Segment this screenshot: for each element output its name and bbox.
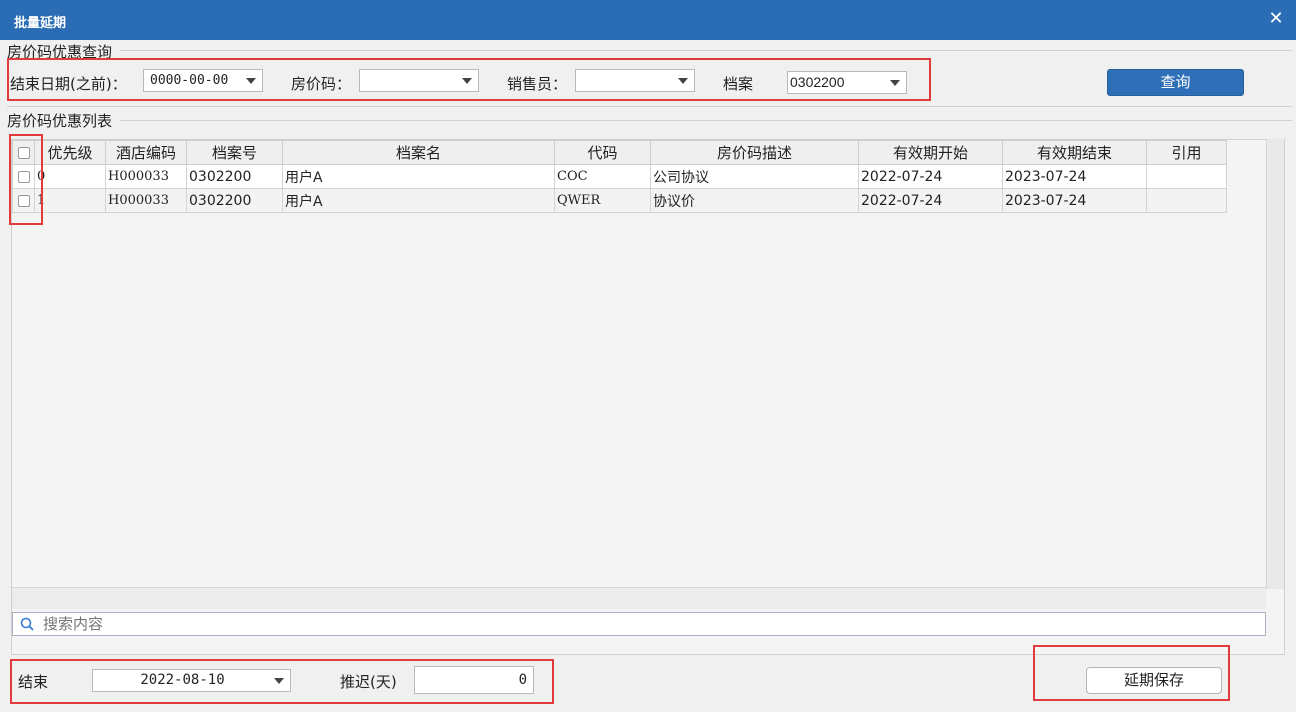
archive-name-cell: 用户A — [282, 188, 555, 213]
priority-cell: 0 — [34, 164, 106, 189]
archive-no-cell: 0302200 — [186, 164, 283, 189]
column-header[interactable]: 有效期开始 — [858, 140, 1003, 165]
row-select-cell[interactable] — [12, 164, 35, 189]
search-input[interactable] — [41, 614, 1241, 634]
end-date-select[interactable]: 0000-00-00 — [143, 69, 263, 92]
column-header[interactable]: 引用 — [1146, 140, 1227, 165]
valid-end-cell: 2023-07-24 — [1002, 188, 1147, 213]
column-header[interactable]: 档案名 — [282, 140, 555, 165]
priority-cell: 1 — [34, 188, 106, 213]
end-date-picker-value: 2022-08-10 — [140, 672, 225, 688]
dropdown-arrow-icon[interactable] — [462, 78, 472, 84]
end-label: 结束 — [18, 673, 49, 691]
reference-cell — [1146, 164, 1227, 189]
table-row[interactable]: 1 H000033 0302200 用户A QWER 协议价 2022-07-2… — [12, 188, 1227, 213]
code-cell: COC — [554, 164, 651, 189]
rate-code-select[interactable] — [359, 69, 479, 92]
close-icon[interactable]: ✕ — [1266, 8, 1286, 30]
archive-select[interactable]: 0302200 — [787, 71, 907, 94]
grid-panel — [11, 139, 1285, 655]
row-select-cell[interactable] — [12, 188, 35, 213]
select-all-checkbox[interactable] — [17, 147, 30, 159]
dropdown-arrow-icon[interactable] — [274, 678, 284, 684]
table-row[interactable]: 0 H000033 0302200 用户A COC 公司协议 2022-07-2… — [12, 164, 1227, 189]
window-title: 批量延期 — [14, 16, 67, 31]
rate-desc-cell: 公司协议 — [650, 164, 859, 189]
vertical-scrollbar[interactable] — [1266, 139, 1284, 589]
dropdown-arrow-icon[interactable] — [246, 78, 256, 84]
archive-name-cell: 用户A — [282, 164, 555, 189]
delay-days-input[interactable]: 0 — [414, 666, 534, 694]
valid-start-cell: 2022-07-24 — [858, 164, 1003, 189]
archive-no-cell: 0302200 — [186, 188, 283, 213]
table-header-row: 优先级 酒店编码 档案号 档案名 代码 房价码描述 有效期开始 有效期结束 引用 — [12, 140, 1227, 165]
query-section-legend: 房价码优惠查询 — [7, 43, 113, 61]
column-header[interactable]: 优先级 — [34, 140, 106, 165]
reference-cell — [1146, 188, 1227, 213]
horizontal-scrollbar[interactable] — [12, 587, 1266, 609]
column-header[interactable]: 档案号 — [186, 140, 283, 165]
list-section-divider — [120, 120, 1292, 121]
title-bar: 批量延期 ✕ — [0, 0, 1296, 40]
query-section-bottom — [7, 106, 1292, 107]
end-date-value: 0000-00-00 — [150, 73, 229, 88]
row-checkbox[interactable] — [17, 194, 30, 207]
search-icon — [20, 617, 34, 631]
archive-value: 0302200 — [790, 74, 845, 90]
salesperson-select[interactable] — [575, 69, 695, 92]
rate-code-table: 优先级 酒店编码 档案号 档案名 代码 房价码描述 有效期开始 有效期结束 引用… — [12, 140, 1227, 213]
hotel-code-cell: H000033 — [105, 164, 187, 189]
rate-code-label: 房价码： — [291, 75, 352, 93]
delay-days-label: 推迟(天) — [340, 673, 397, 691]
rate-desc-cell: 协议价 — [650, 188, 859, 213]
end-date-label: 结束日期(之前)： — [10, 75, 127, 93]
end-date-picker[interactable]: 2022-08-10 — [92, 669, 291, 692]
valid-start-cell: 2022-07-24 — [858, 188, 1003, 213]
column-header[interactable]: 酒店编码 — [105, 140, 187, 165]
hotel-code-cell: H000033 — [105, 188, 187, 213]
search-bar[interactable] — [12, 612, 1266, 636]
dropdown-arrow-icon[interactable] — [890, 80, 900, 86]
salesperson-label: 销售员： — [507, 75, 568, 93]
column-header[interactable]: 房价码描述 — [650, 140, 859, 165]
code-cell: QWER — [554, 188, 651, 213]
row-checkbox[interactable] — [17, 170, 30, 183]
query-section-divider — [120, 50, 1292, 51]
dropdown-arrow-icon[interactable] — [678, 78, 688, 84]
delay-save-button[interactable]: 延期保存 — [1086, 667, 1222, 694]
list-section-legend: 房价码优惠列表 — [7, 112, 113, 130]
archive-label: 档案 — [723, 75, 754, 93]
column-header[interactable]: 有效期结束 — [1002, 140, 1147, 165]
select-all-cell[interactable] — [12, 140, 35, 165]
valid-end-cell: 2023-07-24 — [1002, 164, 1147, 189]
column-header[interactable]: 代码 — [554, 140, 651, 165]
search-button[interactable]: 查询 — [1107, 69, 1244, 96]
